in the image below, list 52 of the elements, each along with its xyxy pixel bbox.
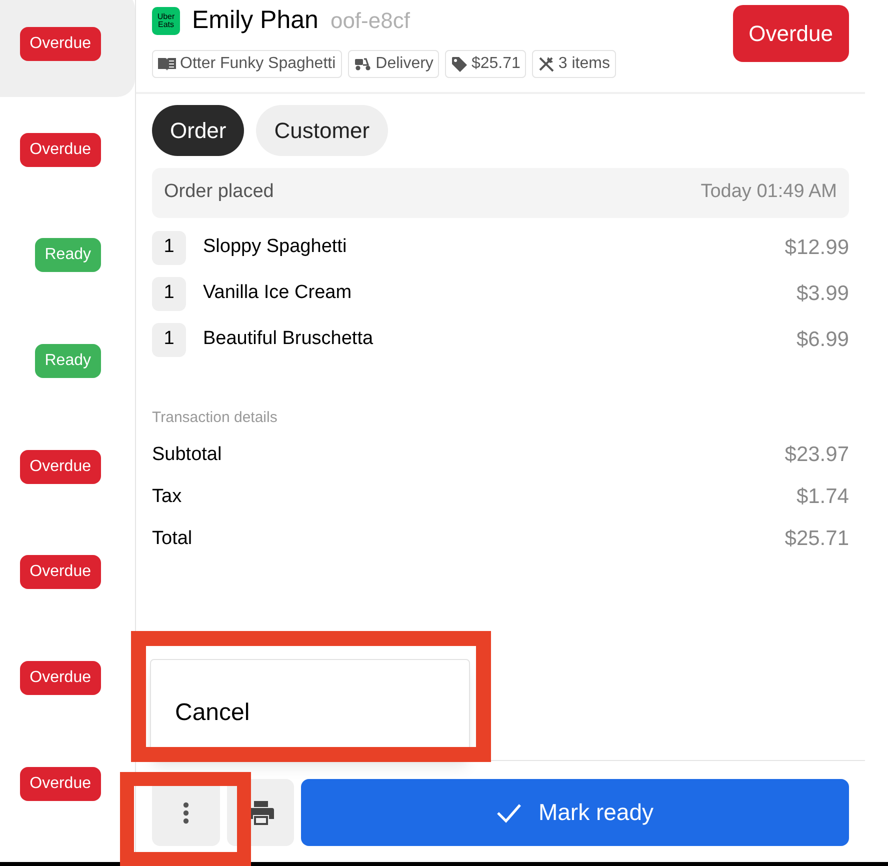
order-placed-time: Today 01:49 AM (700, 180, 837, 204)
order-list-item[interactable]: Overdue (0, 96, 135, 202)
chip-label: 3 items (558, 54, 610, 74)
utensils-icon (538, 56, 554, 72)
order-list-item[interactable]: Overdue (0, 625, 135, 731)
order-list-item[interactable]: Ready (0, 202, 135, 308)
item-name: Sloppy Spaghetti (203, 235, 347, 260)
item-price: $6.99 (796, 326, 849, 353)
chip-label: Otter Funky Spaghetti (180, 54, 336, 74)
status-badge: Overdue (20, 132, 101, 167)
order-list-item[interactable]: Overdue (0, 519, 135, 626)
status-badge: Overdue (20, 660, 101, 695)
tab[interactable]: Customer (256, 104, 388, 156)
order-list-item[interactable]: Overdue (0, 730, 135, 836)
status-badge: Overdue (20, 450, 101, 484)
transaction-label: Tax (152, 484, 182, 509)
quantity-badge: 1 (152, 230, 186, 264)
order-list-item[interactable]: Ready (0, 308, 135, 414)
book-icon (158, 56, 176, 70)
status-badge: Ready (34, 238, 101, 272)
uber-eats-logo: Uber Eats (152, 6, 180, 35)
tag-icon (451, 56, 468, 72)
status-badge: Overdue (20, 26, 101, 61)
item-price: $12.99 (784, 234, 849, 261)
status-badge: Overdue (20, 555, 101, 590)
order-list-item[interactable]: Overdue (0, 0, 135, 97)
status-badge: Ready (34, 344, 101, 378)
order-list-item[interactable]: Overdue (0, 414, 135, 520)
chip-label: Delivery (376, 54, 434, 74)
transaction-label: Subtotal (152, 442, 222, 467)
customer-name: Emily Phan (192, 5, 318, 36)
menu-item[interactable]: Cancel (151, 695, 469, 731)
quantity-badge: 1 (152, 276, 186, 310)
status-badge: Overdue (20, 766, 101, 801)
mark-ready-button[interactable]: Mark ready (301, 779, 849, 846)
status-button[interactable]: Overdue (732, 5, 849, 62)
transaction-value: $25.71 (784, 526, 849, 552)
order-code: oof-e8cf (330, 7, 410, 36)
tab[interactable]: Order (152, 104, 244, 156)
item-name: Beautiful Bruschetta (203, 327, 374, 352)
item-price: $3.99 (796, 280, 849, 307)
scooter-icon (354, 56, 372, 70)
chip-label: $25.71 (471, 54, 520, 74)
check-icon (496, 802, 522, 822)
order-placed-label: Order placed (164, 180, 274, 204)
transaction-value: $23.97 (784, 442, 849, 468)
transaction-value: $1.74 (796, 484, 849, 510)
quantity-badge: 1 (152, 322, 186, 356)
section-heading: Transaction details (152, 408, 278, 428)
item-name: Vanilla Ice Cream (203, 281, 352, 306)
more-icon (183, 802, 189, 824)
transaction-label: Total (152, 526, 192, 551)
